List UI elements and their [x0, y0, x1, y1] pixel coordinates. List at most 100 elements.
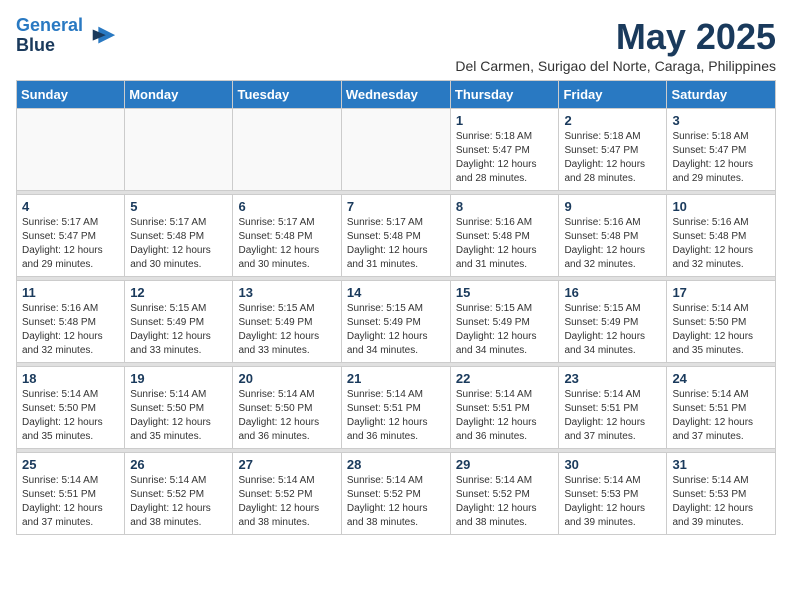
day-number: 18: [22, 371, 119, 386]
weekday-header-saturday: Saturday: [667, 81, 776, 109]
weekday-header-tuesday: Tuesday: [233, 81, 341, 109]
logo-icon: [89, 22, 117, 50]
calendar-cell: 25 Sunrise: 5:14 AM Sunset: 5:51 PM Dayli…: [17, 453, 125, 535]
day-number: 15: [456, 285, 554, 300]
calendar-cell: 10 Sunrise: 5:16 AM Sunset: 5:48 PM Dayli…: [667, 195, 776, 277]
day-info: Sunrise: 5:14 AM Sunset: 5:53 PM Dayligh…: [672, 474, 770, 530]
page-header: GeneralBlue May 2025 Del Carmen, Surigao…: [16, 16, 776, 74]
day-info: Sunrise: 5:15 AM Sunset: 5:49 PM Dayligh…: [456, 302, 554, 358]
day-info: Sunrise: 5:14 AM Sunset: 5:51 PM Dayligh…: [672, 388, 770, 444]
calendar-cell: 7Sunrise: 5:17 AM Sunset: 5:48 PM Daylig…: [341, 195, 450, 277]
weekday-header-thursday: Thursday: [450, 81, 559, 109]
day-number: 28: [347, 457, 445, 472]
day-info: Sunrise: 5:15 AM Sunset: 5:49 PM Dayligh…: [564, 302, 661, 358]
calendar-cell: 5Sunrise: 5:17 AM Sunset: 5:48 PM Daylig…: [125, 195, 233, 277]
day-number: 14: [347, 285, 445, 300]
weekday-header-row: SundayMondayTuesdayWednesdayThursdayFrid…: [17, 81, 776, 109]
day-info: Sunrise: 5:14 AM Sunset: 5:50 PM Dayligh…: [672, 302, 770, 358]
day-info: Sunrise: 5:14 AM Sunset: 5:51 PM Dayligh…: [347, 388, 445, 444]
calendar-week-4: 18 Sunrise: 5:14 AM Sunset: 5:50 PM Dayli…: [17, 367, 776, 449]
calendar-cell: [17, 109, 125, 191]
day-number: 22: [456, 371, 554, 386]
calendar-cell: 16 Sunrise: 5:15 AM Sunset: 5:49 PM Dayli…: [559, 281, 667, 363]
calendar-cell: 15 Sunrise: 5:15 AM Sunset: 5:49 PM Dayli…: [450, 281, 559, 363]
day-info: Sunrise: 5:15 AM Sunset: 5:49 PM Dayligh…: [347, 302, 445, 358]
calendar-cell: 13 Sunrise: 5:15 AM Sunset: 5:49 PM Dayli…: [233, 281, 341, 363]
day-number: 16: [564, 285, 661, 300]
day-number: 21: [347, 371, 445, 386]
calendar-cell: 11 Sunrise: 5:16 AM Sunset: 5:48 PM Dayli…: [17, 281, 125, 363]
day-number: 4: [22, 199, 119, 214]
calendar-cell: 24 Sunrise: 5:14 AM Sunset: 5:51 PM Dayli…: [667, 367, 776, 449]
day-info: Sunrise: 5:14 AM Sunset: 5:52 PM Dayligh…: [130, 474, 227, 530]
day-number: 9: [564, 199, 661, 214]
calendar-cell: 23 Sunrise: 5:14 AM Sunset: 5:51 PM Dayli…: [559, 367, 667, 449]
calendar-cell: 14 Sunrise: 5:15 AM Sunset: 5:49 PM Dayli…: [341, 281, 450, 363]
day-info: Sunrise: 5:14 AM Sunset: 5:51 PM Dayligh…: [564, 388, 661, 444]
calendar-cell: 1 Sunrise: 5:18 AM Sunset: 5:47 PM Daylig…: [450, 109, 559, 191]
day-info: Sunrise: 5:18 AM Sunset: 5:47 PM Dayligh…: [564, 130, 661, 186]
calendar-table: SundayMondayTuesdayWednesdayThursdayFrid…: [16, 80, 776, 535]
month-title: May 2025: [455, 16, 776, 58]
calendar-cell: 3Sunrise: 5:18 AM Sunset: 5:47 PM Daylig…: [667, 109, 776, 191]
calendar-cell: 26Sunrise: 5:14 AM Sunset: 5:52 PM Dayli…: [125, 453, 233, 535]
day-info: Sunrise: 5:14 AM Sunset: 5:50 PM Dayligh…: [22, 388, 119, 444]
day-info: Sunrise: 5:15 AM Sunset: 5:49 PM Dayligh…: [130, 302, 227, 358]
day-info: Sunrise: 5:17 AM Sunset: 5:47 PM Dayligh…: [22, 216, 119, 272]
day-number: 1: [456, 113, 554, 128]
calendar-cell: 17 Sunrise: 5:14 AM Sunset: 5:50 PM Dayli…: [667, 281, 776, 363]
day-number: 8: [456, 199, 554, 214]
title-block: May 2025 Del Carmen, Surigao del Norte, …: [455, 16, 776, 74]
day-number: 17: [672, 285, 770, 300]
day-number: 6: [238, 199, 335, 214]
day-info: Sunrise: 5:14 AM Sunset: 5:50 PM Dayligh…: [130, 388, 227, 444]
calendar-week-2: 4 Sunrise: 5:17 AM Sunset: 5:47 PM Daylig…: [17, 195, 776, 277]
calendar-cell: 19 Sunrise: 5:14 AM Sunset: 5:50 PM Dayli…: [125, 367, 233, 449]
calendar-cell: 4 Sunrise: 5:17 AM Sunset: 5:47 PM Daylig…: [17, 195, 125, 277]
day-number: 13: [238, 285, 335, 300]
calendar-cell: 6Sunrise: 5:17 AM Sunset: 5:48 PM Daylig…: [233, 195, 341, 277]
day-info: Sunrise: 5:16 AM Sunset: 5:48 PM Dayligh…: [456, 216, 554, 272]
day-number: 29: [456, 457, 554, 472]
logo: GeneralBlue: [16, 16, 117, 56]
calendar-week-1: 1 Sunrise: 5:18 AM Sunset: 5:47 PM Daylig…: [17, 109, 776, 191]
calendar-week-3: 11 Sunrise: 5:16 AM Sunset: 5:48 PM Dayli…: [17, 281, 776, 363]
calendar-cell: 9 Sunrise: 5:16 AM Sunset: 5:48 PM Daylig…: [559, 195, 667, 277]
day-info: Sunrise: 5:16 AM Sunset: 5:48 PM Dayligh…: [672, 216, 770, 272]
day-number: 31: [672, 457, 770, 472]
day-info: Sunrise: 5:16 AM Sunset: 5:48 PM Dayligh…: [22, 302, 119, 358]
day-info: Sunrise: 5:15 AM Sunset: 5:49 PM Dayligh…: [238, 302, 335, 358]
subtitle: Del Carmen, Surigao del Norte, Caraga, P…: [455, 58, 776, 74]
day-number: 30: [564, 457, 661, 472]
day-info: Sunrise: 5:14 AM Sunset: 5:53 PM Dayligh…: [564, 474, 661, 530]
calendar-cell: 8 Sunrise: 5:16 AM Sunset: 5:48 PM Daylig…: [450, 195, 559, 277]
calendar-cell: [125, 109, 233, 191]
weekday-header-wednesday: Wednesday: [341, 81, 450, 109]
day-number: 2: [564, 113, 661, 128]
day-number: 11: [22, 285, 119, 300]
day-number: 5: [130, 199, 227, 214]
calendar-cell: 28Sunrise: 5:14 AM Sunset: 5:52 PM Dayli…: [341, 453, 450, 535]
calendar-week-5: 25 Sunrise: 5:14 AM Sunset: 5:51 PM Dayli…: [17, 453, 776, 535]
day-info: Sunrise: 5:16 AM Sunset: 5:48 PM Dayligh…: [564, 216, 661, 272]
day-info: Sunrise: 5:14 AM Sunset: 5:52 PM Dayligh…: [238, 474, 335, 530]
day-number: 23: [564, 371, 661, 386]
day-number: 25: [22, 457, 119, 472]
day-info: Sunrise: 5:18 AM Sunset: 5:47 PM Dayligh…: [456, 130, 554, 186]
day-info: Sunrise: 5:14 AM Sunset: 5:52 PM Dayligh…: [456, 474, 554, 530]
weekday-header-sunday: Sunday: [17, 81, 125, 109]
logo-text: GeneralBlue: [16, 16, 83, 56]
calendar-cell: 20Sunrise: 5:14 AM Sunset: 5:50 PM Dayli…: [233, 367, 341, 449]
day-number: 24: [672, 371, 770, 386]
day-number: 12: [130, 285, 227, 300]
day-number: 27: [238, 457, 335, 472]
day-info: Sunrise: 5:14 AM Sunset: 5:51 PM Dayligh…: [456, 388, 554, 444]
day-info: Sunrise: 5:18 AM Sunset: 5:47 PM Dayligh…: [672, 130, 770, 186]
calendar-cell: 27 Sunrise: 5:14 AM Sunset: 5:52 PM Dayli…: [233, 453, 341, 535]
calendar-cell: 18 Sunrise: 5:14 AM Sunset: 5:50 PM Dayli…: [17, 367, 125, 449]
calendar-cell: 2 Sunrise: 5:18 AM Sunset: 5:47 PM Daylig…: [559, 109, 667, 191]
day-info: Sunrise: 5:14 AM Sunset: 5:51 PM Dayligh…: [22, 474, 119, 530]
day-number: 19: [130, 371, 227, 386]
calendar-cell: 30 Sunrise: 5:14 AM Sunset: 5:53 PM Dayli…: [559, 453, 667, 535]
day-number: 10: [672, 199, 770, 214]
